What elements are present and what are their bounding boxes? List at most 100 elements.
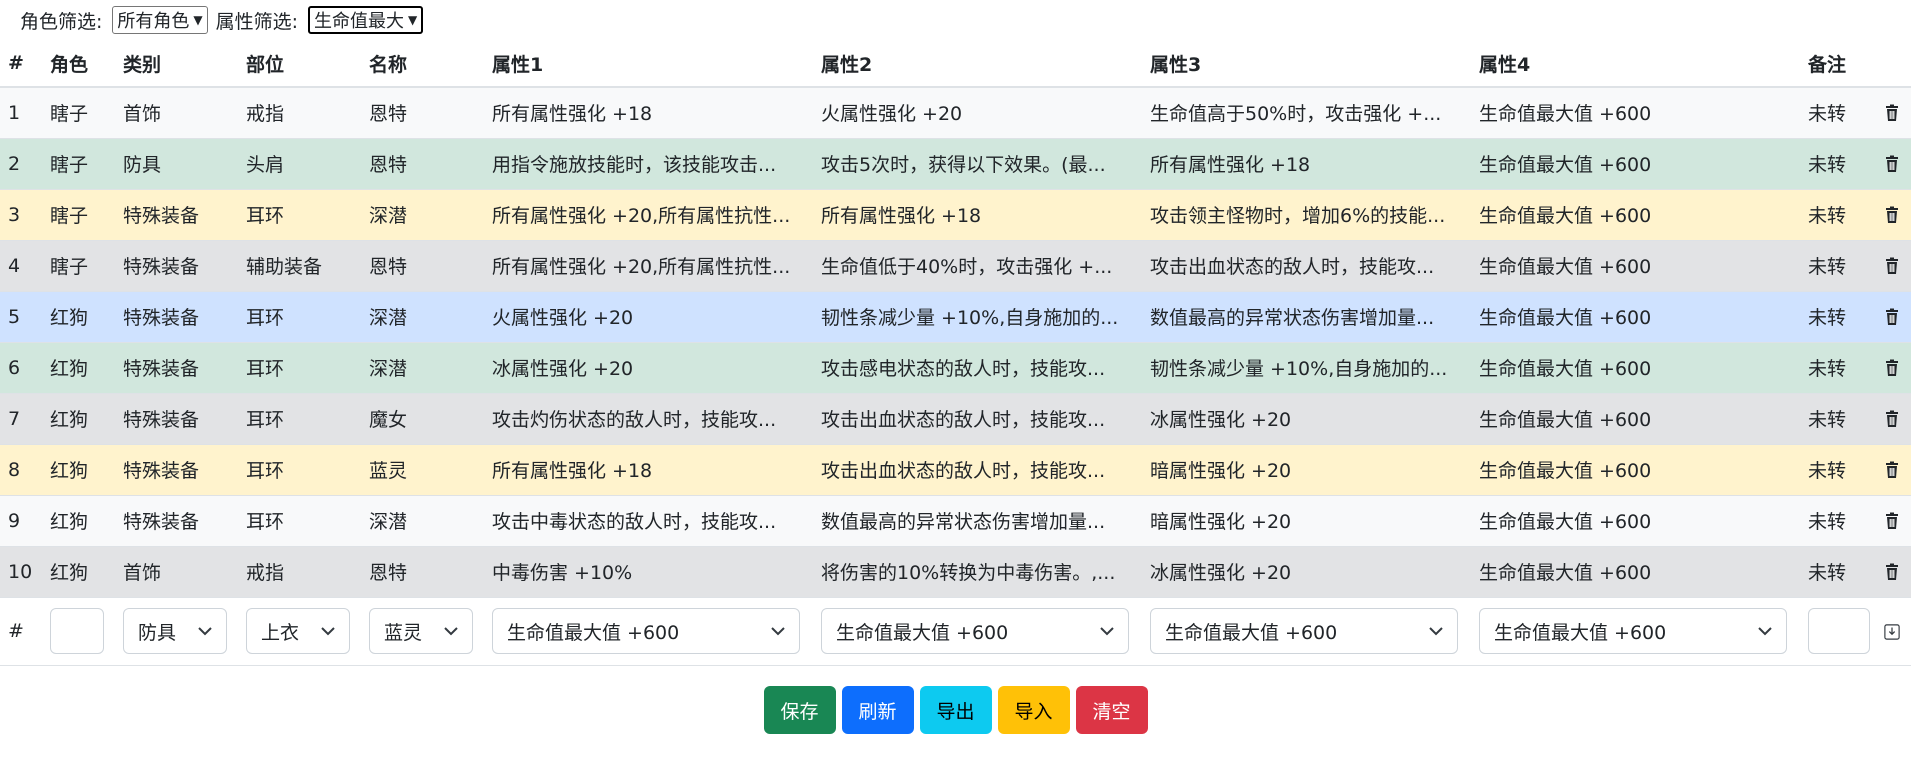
row-note: 未转 bbox=[1800, 342, 1876, 394]
col-header-slot: 部位 bbox=[238, 40, 361, 88]
row-index: 9 bbox=[0, 495, 42, 547]
row-attr4: 生命值最大值 +600 bbox=[1471, 546, 1800, 598]
row-delete-cell bbox=[1876, 240, 1911, 292]
chevron-down-icon: ▼ bbox=[408, 13, 418, 27]
trash-icon[interactable] bbox=[1884, 104, 1900, 122]
chevron-down-icon bbox=[444, 627, 458, 636]
row-delete-cell bbox=[1876, 189, 1911, 241]
note-input[interactable] bbox=[1808, 608, 1870, 654]
attr2-select-value: 生命值最大值 +600 bbox=[836, 621, 1009, 644]
row-attr4: 生命值最大值 +600 bbox=[1471, 342, 1800, 394]
trash-icon[interactable] bbox=[1884, 563, 1900, 581]
role-filter-select[interactable]: 所有角色 ▼ bbox=[112, 6, 208, 34]
row-delete-cell bbox=[1876, 342, 1911, 394]
col-header-actions bbox=[1876, 40, 1911, 88]
row-attr3: 攻击出血状态的敌人时，技能攻... bbox=[1142, 240, 1471, 292]
trash-icon[interactable] bbox=[1884, 257, 1900, 275]
row-role: 瞎子 bbox=[42, 87, 115, 139]
row-index: 6 bbox=[0, 342, 42, 394]
row-note: 未转 bbox=[1800, 240, 1876, 292]
col-header-attr3: 属性3 bbox=[1142, 40, 1471, 88]
row-attr2: 所有属性强化 +18 bbox=[813, 189, 1142, 241]
row-attr4: 生命值最大值 +600 bbox=[1471, 138, 1800, 190]
row-attr1: 冰属性强化 +20 bbox=[484, 342, 813, 394]
save-button[interactable]: 保存 bbox=[763, 686, 836, 734]
category-select[interactable]: 防具 bbox=[123, 608, 227, 654]
import-button[interactable]: 导入 bbox=[997, 686, 1070, 734]
table-row: 3 瞎子 特殊装备 耳环 深潜 所有属性强化 +20,所有属性抗性... 所有属性强化 +1… bbox=[0, 189, 1911, 241]
row-attr4: 生命值最大值 +600 bbox=[1471, 444, 1800, 496]
attr1-select[interactable]: 生命值最大值 +600 bbox=[492, 608, 800, 654]
row-name: 魔女 bbox=[361, 393, 484, 445]
download-icon[interactable] bbox=[1884, 623, 1900, 641]
name-select-value: 蓝灵 bbox=[384, 621, 423, 644]
row-name: 深潜 bbox=[361, 291, 484, 343]
row-note: 未转 bbox=[1800, 189, 1876, 241]
attr3-select[interactable]: 生命值最大值 +600 bbox=[1150, 608, 1458, 654]
col-header-index: # bbox=[0, 40, 42, 88]
row-slot: 耳环 bbox=[238, 189, 361, 241]
row-attr1: 中毒伤害 +10% bbox=[484, 546, 813, 598]
row-slot: 头肩 bbox=[238, 138, 361, 190]
clear-button[interactable]: 清空 bbox=[1075, 686, 1148, 734]
trash-icon[interactable] bbox=[1884, 155, 1900, 173]
row-category: 首饰 bbox=[115, 546, 238, 598]
row-name: 深潜 bbox=[361, 189, 484, 241]
row-name: 蓝灵 bbox=[361, 444, 484, 496]
trash-icon[interactable] bbox=[1884, 206, 1900, 224]
role-filter-label: 角色筛选: bbox=[20, 10, 103, 33]
trash-icon[interactable] bbox=[1884, 359, 1900, 377]
row-attr3: 暗属性强化 +20 bbox=[1142, 444, 1471, 496]
chevron-down-icon bbox=[1100, 627, 1114, 636]
role-filter-value: 所有角色 bbox=[117, 11, 190, 32]
row-index: 7 bbox=[0, 393, 42, 445]
row-delete-cell bbox=[1876, 546, 1911, 598]
row-role: 瞎子 bbox=[42, 189, 115, 241]
chevron-down-icon bbox=[1758, 627, 1772, 636]
col-header-role: 角色 bbox=[42, 40, 115, 88]
row-delete-cell bbox=[1876, 87, 1911, 139]
row-category: 特殊装备 bbox=[115, 342, 238, 394]
row-role: 红狗 bbox=[42, 291, 115, 343]
table-body: 1 瞎子 首饰 戒指 恩特 所有属性强化 +18 火属性强化 +20 生命值高于50%时，攻击… bbox=[0, 87, 1911, 598]
row-delete-cell bbox=[1876, 444, 1911, 496]
attr2-select[interactable]: 生命值最大值 +600 bbox=[821, 608, 1129, 654]
row-attr3: 生命值高于50%时，攻击强化 +... bbox=[1142, 87, 1471, 139]
row-delete-cell bbox=[1876, 495, 1911, 547]
trash-icon[interactable] bbox=[1884, 410, 1900, 428]
chevron-down-icon bbox=[1429, 627, 1443, 636]
row-role: 瞎子 bbox=[42, 240, 115, 292]
row-attr2: 攻击5次时，获得以下效果。(最... bbox=[813, 138, 1142, 190]
row-attr4: 生命值最大值 +600 bbox=[1471, 240, 1800, 292]
export-button[interactable]: 导出 bbox=[919, 686, 992, 734]
table-row: 1 瞎子 首饰 戒指 恩特 所有属性强化 +18 火属性强化 +20 生命值高于50%时，攻击… bbox=[0, 87, 1911, 139]
attr3-select-value: 生命值最大值 +600 bbox=[1165, 621, 1338, 644]
row-note: 未转 bbox=[1800, 546, 1876, 598]
trash-icon[interactable] bbox=[1884, 308, 1900, 326]
category-select-value: 防具 bbox=[138, 621, 177, 644]
row-attr1: 火属性强化 +20 bbox=[484, 291, 813, 343]
name-select[interactable]: 蓝灵 bbox=[369, 608, 473, 654]
row-note: 未转 bbox=[1800, 138, 1876, 190]
row-category: 特殊装备 bbox=[115, 495, 238, 547]
row-category: 特殊装备 bbox=[115, 189, 238, 241]
role-input[interactable] bbox=[50, 608, 104, 654]
row-delete-cell bbox=[1876, 138, 1911, 190]
attr4-select[interactable]: 生命值最大值 +600 bbox=[1479, 608, 1787, 654]
trash-icon[interactable] bbox=[1884, 461, 1900, 479]
col-header-attr1: 属性1 bbox=[484, 40, 813, 88]
attr-filter-select[interactable]: 生命值最大 ▼ bbox=[308, 6, 424, 34]
row-name: 恩特 bbox=[361, 240, 484, 292]
trash-icon[interactable] bbox=[1884, 512, 1900, 530]
row-index: 2 bbox=[0, 138, 42, 190]
row-attr2: 数值最高的异常状态伤害增加量... bbox=[813, 495, 1142, 547]
row-delete-cell bbox=[1876, 291, 1911, 343]
row-slot: 戒指 bbox=[238, 546, 361, 598]
slot-select[interactable]: 上衣 bbox=[246, 608, 350, 654]
row-category: 特殊装备 bbox=[115, 240, 238, 292]
row-attr4: 生命值最大值 +600 bbox=[1471, 87, 1800, 139]
refresh-button[interactable]: 刷新 bbox=[841, 686, 914, 734]
table-header-row: # 角色 类别 部位 名称 属性1 属性2 属性3 属性4 备注 bbox=[0, 40, 1911, 88]
row-attr1: 攻击中毒状态的敌人时，技能攻... bbox=[484, 495, 813, 547]
row-attr2: 火属性强化 +20 bbox=[813, 87, 1142, 139]
